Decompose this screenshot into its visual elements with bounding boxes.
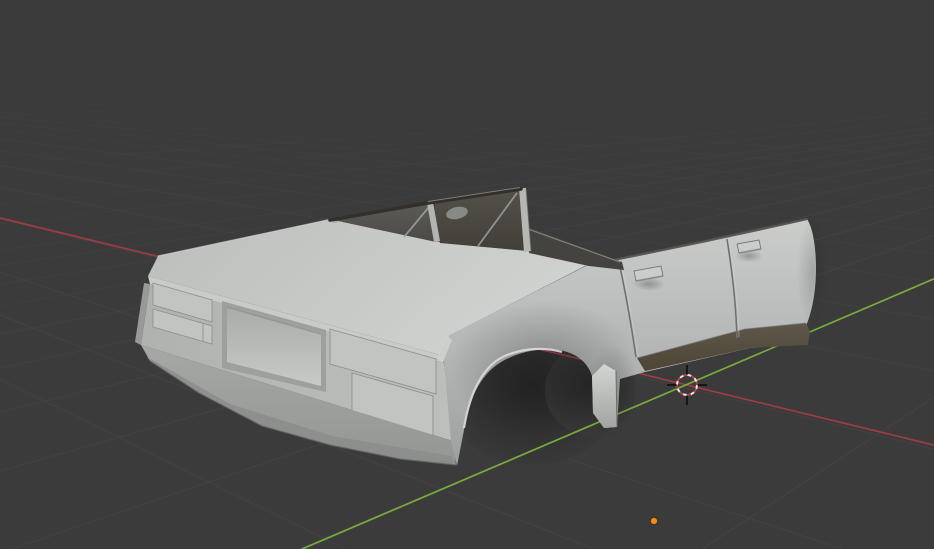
viewport-canvas[interactable] [0,0,934,549]
right-edge-shade [797,216,829,328]
viewport-3d[interactable] [0,0,934,549]
object-origin-dot[interactable] [649,516,659,526]
